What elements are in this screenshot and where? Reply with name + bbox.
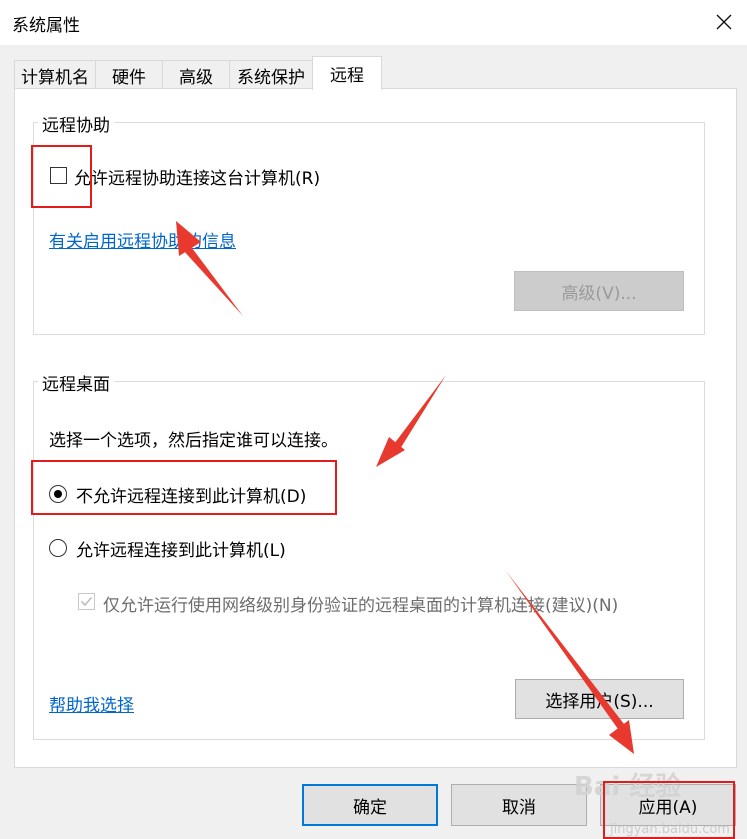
- help-me-choose-link[interactable]: 帮助我选择: [49, 691, 134, 716]
- deny-remote-radio[interactable]: [49, 485, 67, 503]
- remote-assistance-info-link[interactable]: 有关启用远程协助的信息: [49, 227, 236, 252]
- tab-remote[interactable]: 远程: [312, 56, 382, 90]
- baidu-watermark-url: jingyan.baidu.com: [610, 822, 730, 837]
- nla-checkbox[interactable]: [78, 593, 95, 610]
- nla-label[interactable]: 仅允许运行使用网络级别身份验证的远程桌面的计算机连接(建议)(N): [103, 591, 618, 616]
- tab-label: 系统保护: [237, 67, 305, 88]
- tab-label: 计算机名: [21, 67, 89, 88]
- allow-remote-label[interactable]: 允许远程连接到此计算机(L): [76, 536, 286, 561]
- allow-remote-radio[interactable]: [49, 539, 67, 557]
- baidu-watermark: Bai 经验: [574, 772, 682, 802]
- advanced-button[interactable]: 高级(V)...: [514, 271, 684, 311]
- select-users-button[interactable]: 选择用户(S)...: [515, 679, 684, 719]
- radio-selected-dot: [54, 490, 62, 498]
- tab-label: 硬件: [112, 67, 146, 88]
- tab-hardware[interactable]: 硬件: [95, 60, 163, 89]
- cancel-button[interactable]: 取消: [451, 784, 587, 826]
- checkmark-icon: [80, 596, 93, 607]
- tab-computer-name[interactable]: 计算机名: [14, 60, 96, 89]
- close-button[interactable]: [706, 4, 742, 40]
- remote-desktop-title: 远程桌面: [38, 370, 114, 395]
- allow-remote-assistance-checkbox[interactable]: [50, 167, 67, 184]
- allow-remote-assistance-label[interactable]: 允许远程协助连接这台计算机(R): [74, 164, 320, 189]
- tab-label: 远程: [330, 66, 364, 86]
- deny-remote-label[interactable]: 不允许远程连接到此计算机(D): [76, 482, 306, 507]
- ok-button[interactable]: 确定: [302, 784, 438, 826]
- tab-advanced[interactable]: 高级: [162, 60, 230, 89]
- title-bar: [0, 0, 747, 45]
- tab-label: 高级: [179, 67, 213, 88]
- window-title: 系统属性: [12, 16, 80, 36]
- close-icon: [716, 14, 732, 30]
- tab-system-protection[interactable]: 系统保护: [229, 60, 313, 89]
- remote-desktop-instruction: 选择一个选项，然后指定谁可以连接。: [49, 431, 338, 451]
- remote-assistance-title: 远程协助: [38, 111, 114, 136]
